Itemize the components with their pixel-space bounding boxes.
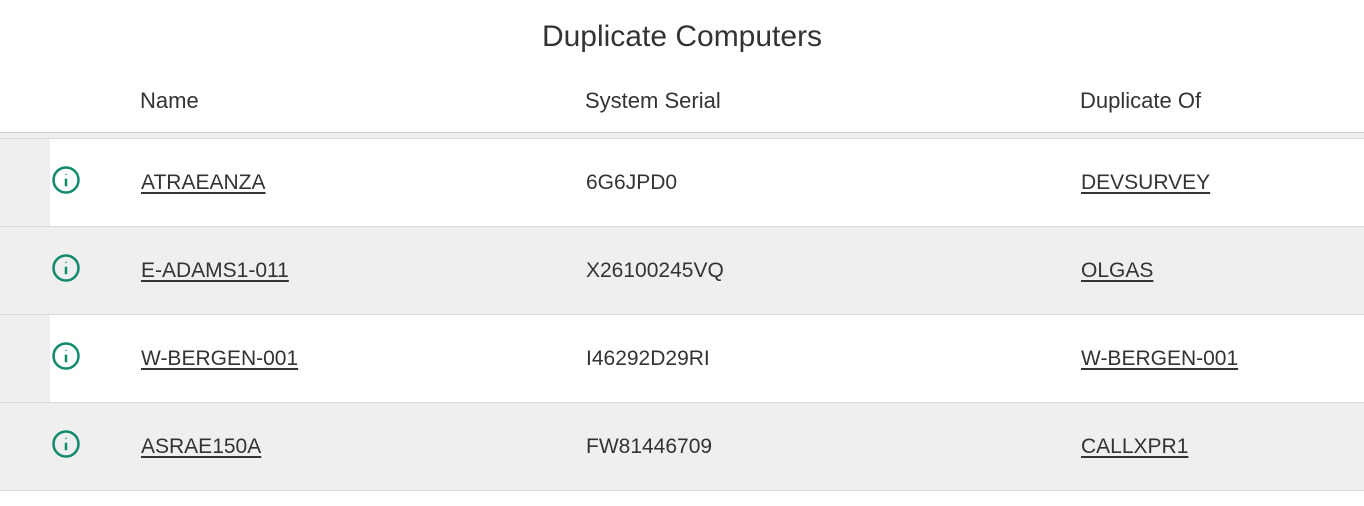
computer-name-link[interactable]: ATRAEANZA	[141, 171, 265, 194]
info-icon[interactable]	[51, 253, 81, 283]
table-row: W-BERGEN-001 I46292D29RI W-BERGEN-001	[0, 315, 1364, 403]
system-serial: FW81446709	[586, 435, 712, 458]
duplicate-of-link[interactable]: W-BERGEN-001	[1081, 347, 1238, 370]
system-serial: 6G6JPD0	[586, 171, 677, 194]
duplicate-computers-table: Name System Serial Duplicate Of ATRAEANZ…	[0, 78, 1364, 491]
system-serial: I46292D29RI	[586, 347, 710, 370]
column-header-duplicate-of[interactable]: Duplicate Of	[1080, 88, 1201, 113]
duplicate-of-link[interactable]: CALLXPR1	[1081, 435, 1188, 458]
computer-name-link[interactable]: ASRAE150A	[141, 435, 261, 458]
page-title: Duplicate Computers	[0, 20, 1364, 54]
column-header-name[interactable]: Name	[140, 88, 199, 113]
table-header-row: Name System Serial Duplicate Of	[0, 78, 1364, 133]
computer-name-link[interactable]: W-BERGEN-001	[141, 347, 298, 370]
table-row: ASRAE150A FW81446709 CALLXPR1	[0, 403, 1364, 491]
duplicate-of-link[interactable]: DEVSURVEY	[1081, 171, 1210, 194]
computer-name-link[interactable]: E-ADAMS1-011	[141, 259, 289, 282]
table-row: ATRAEANZA 6G6JPD0 DEVSURVEY	[0, 139, 1364, 227]
info-icon[interactable]	[51, 165, 81, 195]
column-header-serial[interactable]: System Serial	[585, 88, 721, 113]
system-serial: X26100245VQ	[586, 259, 724, 282]
table-row: E-ADAMS1-011 X26100245VQ OLGAS	[0, 227, 1364, 315]
info-icon[interactable]	[51, 341, 81, 371]
duplicate-of-link[interactable]: OLGAS	[1081, 259, 1153, 282]
info-icon[interactable]	[51, 429, 81, 459]
